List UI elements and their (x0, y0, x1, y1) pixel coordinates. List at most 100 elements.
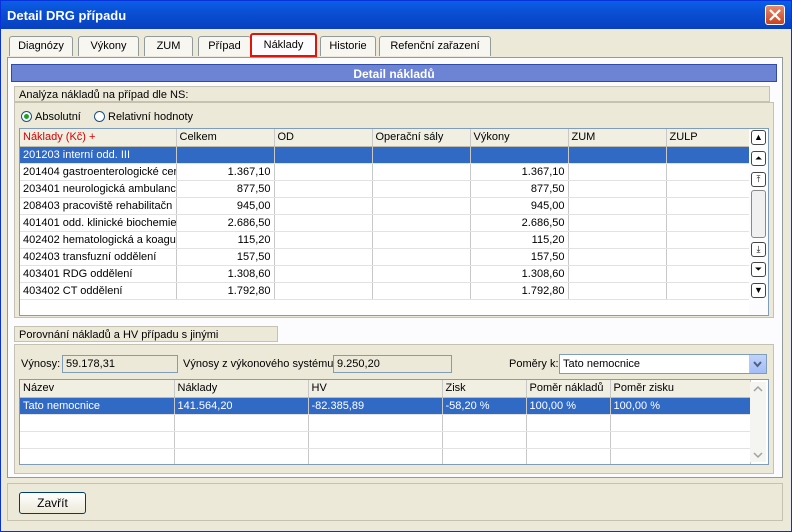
tab-pripad[interactable]: Případ (198, 36, 251, 56)
empty-row (20, 414, 751, 432)
table-cell (274, 163, 373, 181)
table-cell (568, 248, 667, 266)
column-header[interactable]: Celkem (176, 129, 275, 147)
tab-referencni-zarazeni[interactable]: Refenční zařazení (379, 36, 491, 56)
scroll-page-down-icon[interactable]: ⏷ (751, 262, 766, 277)
comparison-table-header: Název Náklady HV Zisk Poměr nákladů Poměr zis… (20, 380, 751, 398)
table-cell (666, 248, 751, 266)
cost-table-grid: Náklady (Kč) + Celkem OD Operační sály Výkon… (20, 129, 751, 300)
column-header[interactable]: Náklady (174, 380, 309, 398)
analysis-label-text: Analýza nákladů na případ dle NS: (19, 89, 189, 101)
column-header[interactable]: OD (274, 129, 373, 147)
column-header[interactable]: ZULP (666, 129, 751, 147)
table-cell (666, 146, 751, 164)
empty-cell (442, 431, 527, 449)
scroll-top-icon[interactable]: ▲ (751, 130, 766, 145)
table-row[interactable]: 201203 interní odd. III (20, 146, 751, 164)
table-cell (372, 265, 471, 283)
naklady-panel: Detail nákladů Analýza nákladů na případ… (7, 57, 783, 478)
scroll-thumb[interactable] (751, 190, 766, 238)
tab-label: ZUM (156, 40, 181, 52)
scroll-page-up-icon[interactable]: ⏶ (751, 151, 766, 166)
table-cell: 2.686,50 (470, 214, 569, 232)
scroll-up-icon[interactable]: ⤒ (751, 172, 766, 187)
scroll-down-arrow-icon[interactable] (750, 450, 766, 460)
scroll-down-icon[interactable]: ⤓ (751, 242, 766, 257)
empty-row (20, 431, 751, 449)
column-header[interactable]: ZUM (568, 129, 667, 147)
scroll-up-arrow-icon[interactable] (750, 384, 766, 394)
scroll-bottom-icon[interactable]: ▼ (751, 283, 766, 298)
table-cell: 402402 hematologická a koagu (20, 231, 177, 249)
table-cell: 115,20 (176, 231, 275, 249)
empty-cell (610, 448, 751, 464)
cost-table: Náklady (Kč) + Celkem OD Operační sály Výkon… (19, 128, 769, 316)
ratio-select-value: Tato nemocnice (563, 358, 641, 370)
empty-cell (174, 414, 309, 432)
table-cell: 1.367,10 (176, 163, 275, 181)
table-cell (666, 265, 751, 283)
revenue-field: 59.178,31 (62, 355, 178, 373)
column-header[interactable]: Název (20, 380, 175, 398)
empty-cell (308, 448, 443, 464)
column-header[interactable]: Výkony (470, 129, 569, 147)
chevron-down-icon[interactable] (749, 355, 766, 373)
table-row[interactable]: Tato nemocnice 141.564,20 -82.385,89 -58,20… (20, 397, 751, 415)
column-header[interactable]: Poměr zisku (610, 380, 751, 398)
tab-diagnozy[interactable]: Diagnózy (9, 36, 73, 56)
table-cell: 401401 odd. klinické biochemie (20, 214, 177, 232)
column-header[interactable]: Poměr nákladů (526, 380, 611, 398)
comparison-scrollbar[interactable] (750, 382, 766, 462)
table-row[interactable]: 402402 hematologická a koagu 115,20 115,20 (20, 231, 751, 249)
table-row[interactable]: 201404 gastroenterologické cer 1.367,10 1.… (20, 163, 751, 181)
empty-cell (610, 431, 751, 449)
table-cell (568, 146, 667, 164)
tab-label: Výkony (90, 40, 127, 52)
table-cell (274, 248, 373, 266)
tab-label: Diagnózy (18, 40, 64, 52)
table-cell (372, 282, 471, 300)
column-header[interactable]: Náklady (Kč) + (20, 129, 177, 147)
empty-cell (308, 431, 443, 449)
close-window-button[interactable] (765, 5, 785, 25)
table-cell: 201404 gastroenterologické cer (20, 163, 177, 181)
table-cell (568, 214, 667, 232)
comparison-group: Výnosy: 59.178,31 Výnosy z výkonového sy… (14, 344, 774, 474)
table-cell: 2.686,50 (176, 214, 275, 232)
table-row[interactable]: 208403 pracoviště rehabilitačn 945,00 945,… (20, 197, 751, 215)
tab-vykony[interactable]: Výkony (78, 36, 139, 56)
table-row[interactable]: 403401 RDG oddělení 1.308,60 1.308,60 (20, 265, 751, 283)
column-header[interactable]: HV (308, 380, 443, 398)
table-row[interactable]: 401401 odd. klinické biochemie 2.686,50 2.… (20, 214, 751, 232)
table-cell (470, 146, 569, 164)
table-cell (568, 180, 667, 198)
table-cell: 100,00 % (526, 397, 611, 415)
table-cell (568, 163, 667, 181)
tab-zum[interactable]: ZUM (144, 36, 193, 56)
column-header[interactable]: Operační sály (372, 129, 471, 147)
table-row[interactable]: 403402 CT oddělení 1.792,80 1.792,80 (20, 282, 751, 300)
drg-detail-window: Detail DRG případu Diagnózy Výkony ZUM P… (0, 0, 792, 532)
table-cell: 1.792,80 (470, 282, 569, 300)
table-cell (372, 248, 471, 266)
table-row[interactable]: 203401 neurologická ambulanc 877,50 877,50 (20, 180, 751, 198)
close-button[interactable]: Zavřít (19, 492, 86, 514)
table-cell (372, 146, 471, 164)
table-cell (666, 180, 751, 198)
tab-naklady[interactable]: Náklady (250, 33, 317, 57)
tab-historie[interactable]: Historie (320, 36, 376, 56)
empty-cell (20, 448, 175, 464)
table-row[interactable]: 402403 transfuzní oddělení 157,50 157,50 (20, 248, 751, 266)
table-cell: -58,20 % (442, 397, 527, 415)
ratio-select[interactable]: Tato nemocnice (559, 354, 767, 374)
system-revenue-field: 9.250,20 (333, 355, 452, 373)
table-cell: 1.367,10 (470, 163, 569, 181)
table-cell (372, 214, 471, 232)
table-cell (666, 197, 751, 215)
comparison-table: Název Náklady HV Zisk Poměr nákladů Poměr zis… (19, 379, 769, 465)
column-header[interactable]: Zisk (442, 380, 527, 398)
radio-relative[interactable]: Relativní hodnoty (94, 110, 193, 124)
empty-cell (308, 414, 443, 432)
radio-absolute[interactable]: Absolutní (21, 110, 81, 124)
radio-unchecked-icon (94, 111, 105, 122)
